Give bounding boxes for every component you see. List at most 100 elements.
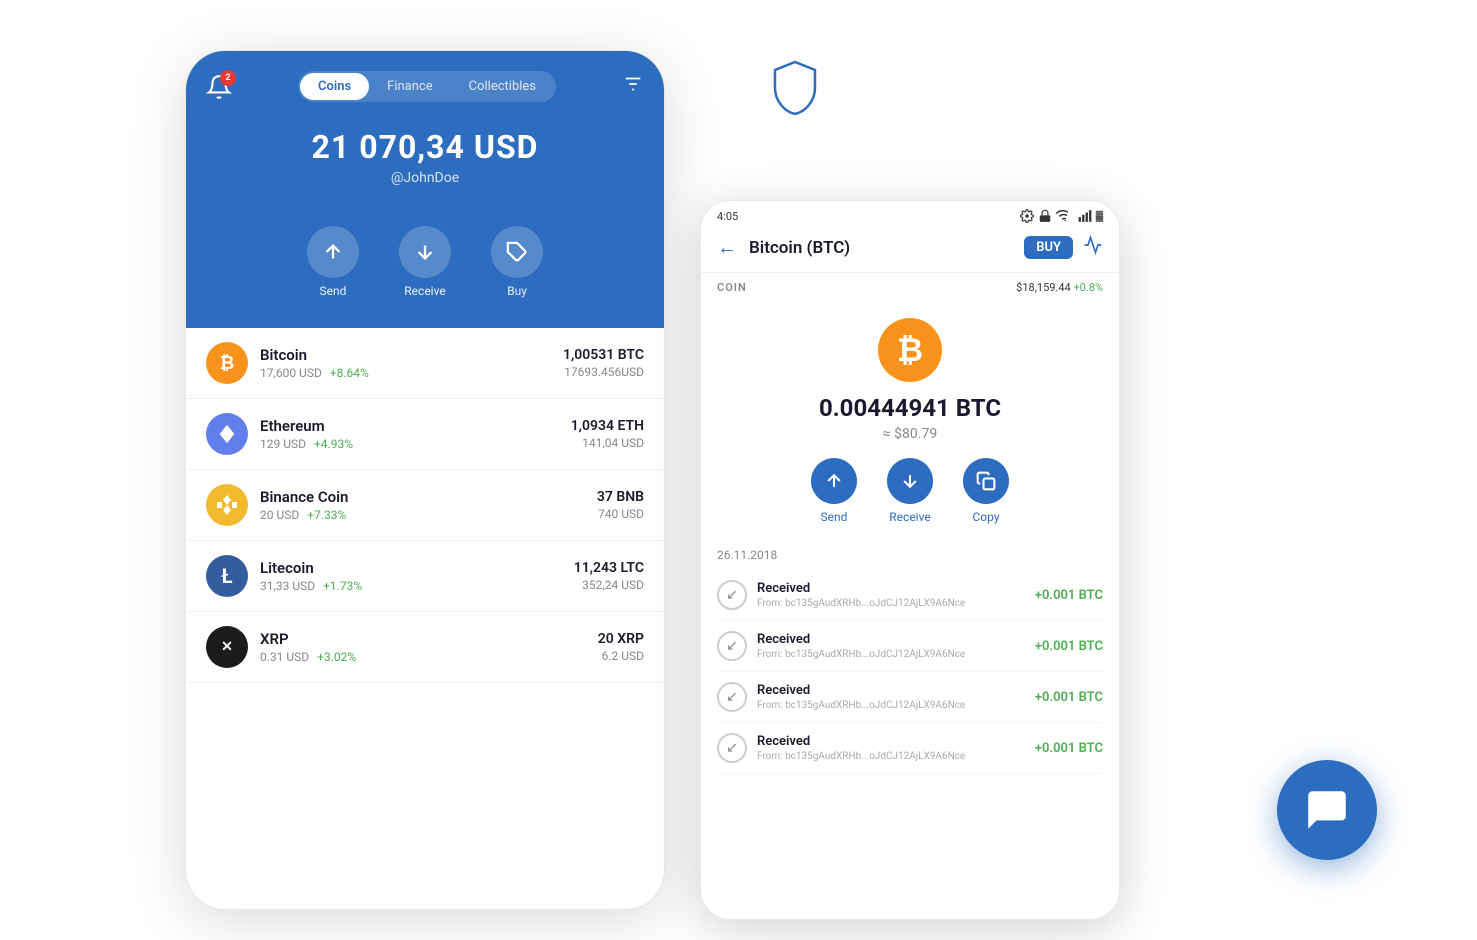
bnb-name: Binance Coin [260, 488, 597, 506]
tx-received-icon-0: ↙ [717, 580, 747, 610]
buy-button[interactable]: BUY [1024, 236, 1073, 259]
balance-username: @JohnDoe [206, 170, 644, 186]
tab-finance[interactable]: Finance [369, 73, 450, 100]
phone-left: 2 Coins Finance Collectibles 21 070,34 U… [185, 50, 665, 910]
eth-amount: 1,0934 ETH [571, 418, 644, 434]
buy-action[interactable]: Buy [491, 226, 543, 298]
btc-receive-btn[interactable]: Receive [887, 458, 933, 524]
receive-circle [399, 226, 451, 278]
bnb-info: Binance Coin 20 USD +7.33% [260, 488, 597, 522]
coin-item-btc[interactable]: ₿ Bitcoin 17,600 USD +8.64% 1,00531 BTC … [186, 328, 664, 399]
chat-bubble[interactable] [1277, 760, 1377, 860]
notification-badge: 2 [220, 70, 236, 86]
xrp-price-row: 0.31 USD +3.02% [260, 650, 598, 664]
bnb-logo [206, 484, 248, 526]
eth-balance: 1,0934 ETH 141,04 USD [571, 418, 644, 450]
tx-received-icon-3: ↙ [717, 733, 747, 763]
coin-list: ₿ Bitcoin 17,600 USD +8.64% 1,00531 BTC … [186, 328, 664, 683]
coin-item-eth[interactable]: Ethereum 129 USD +4.93% 1,0934 ETH 141,0… [186, 399, 664, 470]
tx-type-1: Received [757, 632, 1035, 647]
tx-from-1: From: bc135gAudXRHb...oJdCJ12AjLX9A6Nce [757, 649, 1035, 660]
coin-item-xrp[interactable]: ✕ XRP 0.31 USD +3.02% 20 XRP 6.2 USD [186, 612, 664, 683]
chat-icon [1302, 785, 1352, 835]
coin-price-info: $18,159.44 +0.8% [1016, 281, 1103, 294]
btc-copy-circle [963, 458, 1009, 504]
coin-label-row: COIN $18,159.44 +0.8% [701, 273, 1119, 302]
bnb-price-row: 20 USD +7.33% [260, 508, 597, 522]
tx-item-1: ↙ Received From: bc135gAudXRHb...oJdCJ12… [717, 621, 1103, 672]
action-buttons: Send Receive Buy [206, 226, 644, 298]
btc-logo: ₿ [206, 342, 248, 384]
btc-usd-equiv: ≈ $80.79 [721, 426, 1099, 442]
bnb-price: 20 USD [260, 508, 299, 522]
tx-info-0: Received From: bc135gAudXRHb...oJdCJ12Aj… [757, 581, 1035, 609]
tx-date: 26.11.2018 [717, 548, 1103, 562]
tx-info-2: Received From: bc135gAudXRHb...oJdCJ12Aj… [757, 683, 1035, 711]
coin-item-ltc[interactable]: Ł Litecoin 31,33 USD +1.73% 11,243 LTC 3… [186, 541, 664, 612]
btc-copy-label: Copy [972, 510, 999, 524]
bnb-amount: 37 BNB [597, 489, 644, 505]
xrp-name: XRP [260, 630, 598, 648]
btc-send-btn[interactable]: Send [811, 458, 857, 524]
buy-label: Buy [507, 284, 527, 298]
phone-right: 4:05 ▓ ← Bitcoin (BTC) BUY COIN $18,159.… [700, 200, 1120, 920]
btc-balance: 1,00531 BTC 17693.456USD [563, 347, 644, 379]
btc-main-balance: 0.00444941 BTC [721, 394, 1099, 422]
btc-receive-label: Receive [889, 510, 930, 524]
signal-icon [1078, 209, 1092, 223]
transactions-section: 26.11.2018 ↙ Received From: bc135gAudXRH… [701, 548, 1119, 774]
ltc-price: 31,33 USD [260, 579, 315, 593]
btc-detail-section: ₿ 0.00444941 BTC ≈ $80.79 Send [701, 302, 1119, 544]
chart-icon[interactable] [1083, 235, 1103, 260]
tx-from-2: From: bc135gAudXRHb...oJdCJ12AjLX9A6Nce [757, 700, 1035, 711]
eth-price-row: 129 USD +4.93% [260, 437, 571, 451]
back-arrow[interactable]: ← [717, 235, 737, 260]
phone-left-header: 2 Coins Finance Collectibles 21 070,34 U… [186, 51, 664, 328]
btc-value: 17693.456USD [563, 365, 644, 379]
ltc-name: Litecoin [260, 559, 574, 577]
xrp-logo: ✕ [206, 626, 248, 668]
xrp-amount: 20 XRP [598, 631, 644, 647]
bnb-balance: 37 BNB 740 USD [597, 489, 644, 521]
tab-coins[interactable]: Coins [300, 73, 369, 100]
ltc-change: +1.73% [323, 579, 362, 593]
ltc-value: 352,24 USD [574, 578, 644, 592]
bnb-change: +7.33% [307, 508, 346, 522]
tx-amount-3: +0.001 BTC [1035, 741, 1103, 756]
btc-copy-btn[interactable]: Copy [963, 458, 1009, 524]
btc-price: 17,600 USD [260, 366, 322, 380]
settings-icon [1020, 209, 1034, 223]
tab-collectibles[interactable]: Collectibles [451, 73, 554, 100]
coin-label: COIN [717, 281, 747, 294]
tx-item-3: ↙ Received From: bc135gAudXRHb...oJdCJ12… [717, 723, 1103, 774]
xrp-change: +3.02% [317, 650, 356, 664]
status-icons: ▓ [1020, 209, 1103, 223]
tx-info-1: Received From: bc135gAudXRHb...oJdCJ12Aj… [757, 632, 1035, 660]
tx-amount-0: +0.001 BTC [1035, 588, 1103, 603]
send-label: Send [320, 284, 347, 298]
receive-action[interactable]: Receive [399, 226, 451, 298]
xrp-info: XRP 0.31 USD +3.02% [260, 630, 598, 664]
notification-bell[interactable]: 2 [206, 74, 232, 100]
status-time: 4:05 [717, 210, 738, 223]
xrp-value: 6.2 USD [598, 649, 644, 663]
phone-right-statusbar: 4:05 ▓ [701, 201, 1119, 227]
receive-label: Receive [404, 284, 445, 298]
coin-item-bnb[interactable]: Binance Coin 20 USD +7.33% 37 BNB 740 US… [186, 470, 664, 541]
eth-value: 141,04 USD [571, 436, 644, 450]
lock-icon [1038, 209, 1052, 223]
buy-circle [491, 226, 543, 278]
btc-change: +8.64% [330, 366, 369, 380]
eth-name: Ethereum [260, 417, 571, 435]
coin-price-change: +0.8% [1073, 281, 1103, 294]
ltc-amount: 11,243 LTC [574, 560, 644, 576]
filter-icon[interactable] [622, 73, 644, 100]
bnb-value: 740 USD [597, 507, 644, 521]
phone-left-topbar: 2 Coins Finance Collectibles [206, 71, 644, 102]
btc-send-label: Send [821, 510, 848, 524]
btc-big-logo: ₿ [878, 318, 942, 382]
eth-price: 129 USD [260, 437, 306, 451]
eth-logo [206, 413, 248, 455]
tx-info-3: Received From: bc135gAudXRHb...oJdCJ12Aj… [757, 734, 1035, 762]
send-action[interactable]: Send [307, 226, 359, 298]
